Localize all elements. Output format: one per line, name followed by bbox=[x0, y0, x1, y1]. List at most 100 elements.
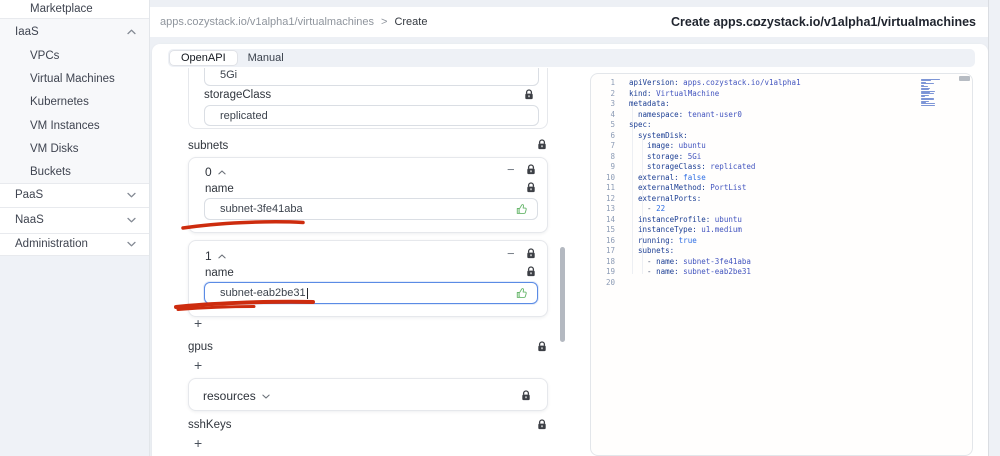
sidebar-item-vm-disks[interactable]: VM Disks bbox=[0, 137, 149, 161]
code-line: storage: 5Gi bbox=[629, 151, 702, 161]
sidebar-item-vm-instances[interactable]: VM Instances bbox=[0, 113, 149, 138]
line-number: 2 bbox=[610, 88, 615, 98]
sidebar-item-label: VM Instances bbox=[30, 119, 100, 132]
subnet-0-name-value: subnet-3fe41aba bbox=[220, 203, 303, 215]
system-disk-panel: 5Gi storageClass replicated bbox=[188, 68, 548, 129]
code-line: instanceType: u1.medium bbox=[629, 225, 742, 234]
sidebar-item-marketplace[interactable]: Marketplace bbox=[0, 0, 149, 19]
code-line: storageClass: replicated bbox=[629, 162, 756, 171]
subnet-item-0: 0 − name subnet-3fe41aba bbox=[188, 157, 548, 233]
sidebar-item-label: Kubernetes bbox=[30, 96, 89, 109]
chevron-up-icon bbox=[127, 29, 136, 35]
line-number: 16 bbox=[605, 235, 615, 245]
subnet-1-name-value: subnet-eab2be31 bbox=[220, 287, 306, 299]
remove-subnet-0-button[interactable]: − bbox=[507, 163, 515, 177]
editor-minimap[interactable] bbox=[921, 79, 945, 108]
page-title: Create apps.cozystack.io/v1alpha1/virtua… bbox=[671, 15, 976, 29]
breadcrumb: apps.cozystack.io/v1alpha1/virtualmachin… bbox=[160, 7, 427, 37]
add-gpu-button[interactable]: + bbox=[194, 357, 202, 373]
add-subnet-button[interactable]: + bbox=[194, 315, 202, 331]
storage-input-value: 5Gi bbox=[220, 68, 238, 81]
storage-input[interactable]: 5Gi bbox=[204, 68, 539, 86]
chevron-down-icon bbox=[127, 217, 136, 223]
code-line: externalPorts: bbox=[629, 193, 702, 203]
sidebar-item-administration[interactable]: Administration bbox=[0, 234, 149, 256]
line-number: 3 bbox=[610, 99, 615, 108]
minimap-slider[interactable] bbox=[959, 76, 970, 81]
remove-subnet-1-button[interactable]: − bbox=[507, 247, 515, 261]
subnet-1-index: 1 bbox=[205, 249, 212, 263]
line-number: 7 bbox=[610, 141, 615, 150]
code-line: externalMethod: PortList bbox=[629, 183, 747, 192]
code-line: - name: subnet-3fe41aba bbox=[629, 256, 751, 266]
breadcrumb-current: Create bbox=[394, 16, 428, 28]
sidebar-item-iaas[interactable]: IaaS bbox=[0, 19, 149, 44]
lock-icon[interactable] bbox=[537, 139, 547, 150]
sidebar-item-label: IaaS bbox=[15, 25, 39, 38]
lock-icon[interactable] bbox=[524, 89, 534, 100]
form-scrollbar-thumb[interactable] bbox=[560, 247, 565, 342]
line-number: 4 bbox=[610, 109, 615, 119]
subnet-1-name-input[interactable]: subnet-eab2be31 bbox=[204, 282, 538, 304]
code-line: - name: subnet-eab2be31 bbox=[629, 267, 751, 276]
line-number: 13 bbox=[605, 204, 615, 213]
breadcrumb-path[interactable]: apps.cozystack.io/v1alpha1/virtualmachin… bbox=[160, 16, 374, 28]
tab-openapi[interactable]: OpenAPI bbox=[170, 51, 237, 65]
lock-icon[interactable] bbox=[521, 390, 531, 401]
tab-bar: OpenAPI Manual bbox=[168, 49, 975, 67]
page: Marketplace IaaS VPCs Virtual Machines Kuber… bbox=[0, 0, 1000, 456]
subnet-0-header[interactable]: 0 bbox=[205, 165, 226, 179]
lock-icon[interactable] bbox=[537, 419, 547, 430]
chevron-down-icon bbox=[127, 192, 136, 198]
code-line: instanceProfile: ubuntu bbox=[629, 214, 742, 224]
subnet-0-name-input[interactable]: subnet-3fe41aba bbox=[204, 198, 538, 220]
sidebar-item-buckets[interactable]: Buckets bbox=[0, 160, 149, 184]
ssh-keys-label: sshKeys bbox=[188, 419, 232, 431]
line-number: 17 bbox=[605, 246, 615, 255]
subnet-1-header[interactable]: 1 bbox=[205, 249, 226, 263]
page-scrollbar-track[interactable] bbox=[988, 0, 1000, 456]
line-number: 15 bbox=[605, 225, 615, 234]
sidebar-item-paas[interactable]: PaaS bbox=[0, 184, 149, 208]
storage-class-input-value: replicated bbox=[220, 109, 268, 122]
sidebar-item-label: Virtual Machines bbox=[30, 72, 115, 85]
resources-panel[interactable]: resources bbox=[188, 378, 548, 411]
resources-label: resources bbox=[203, 389, 256, 403]
lock-icon[interactable] bbox=[537, 341, 547, 352]
sidebar-item-label: Buckets bbox=[30, 165, 71, 178]
yaml-editor[interactable]: 1 2 3 4 5 6 7 8 9 10 11 12 13 14 15 16 17 18 19 20 apiVersi… bbox=[590, 73, 973, 456]
top-header: apps.cozystack.io/v1alpha1/virtualmachin… bbox=[150, 7, 988, 37]
resources-header[interactable]: resources bbox=[203, 389, 270, 403]
subnet-item-1: 1 − name subnet-eab2be31 bbox=[188, 240, 548, 317]
sidebar-item-virtual-machines[interactable]: Virtual Machines bbox=[0, 67, 149, 91]
sidebar-item-kubernetes[interactable]: Kubernetes bbox=[0, 90, 149, 114]
sidebar-item-naas[interactable]: NaaS bbox=[0, 208, 149, 234]
lock-icon[interactable] bbox=[526, 164, 536, 175]
sidebar-item-vpcs[interactable]: VPCs bbox=[0, 44, 149, 68]
tab-manual[interactable]: Manual bbox=[237, 51, 295, 65]
subnet-1-name-label: name bbox=[205, 267, 234, 279]
sidebar-empty-area bbox=[0, 255, 149, 456]
line-number: 9 bbox=[610, 162, 615, 171]
thumb-up-icon[interactable] bbox=[516, 287, 528, 299]
lock-icon[interactable] bbox=[526, 266, 536, 277]
code-line: apiVersion: apps.cozystack.io/v1alpha1 bbox=[629, 78, 801, 87]
lock-icon[interactable] bbox=[526, 182, 536, 193]
sidebar-item-label: Marketplace bbox=[30, 3, 93, 15]
subnets-label: subnets bbox=[188, 140, 229, 152]
code-line: kind: VirtualMachine bbox=[629, 88, 720, 98]
code-line: spec: bbox=[629, 120, 652, 129]
sidebar-item-label: PaaS bbox=[15, 189, 44, 202]
storage-class-input[interactable]: replicated bbox=[204, 105, 539, 126]
line-number: 5 bbox=[610, 120, 615, 129]
code-line: external: false bbox=[629, 172, 706, 182]
add-ssh-key-button[interactable]: + bbox=[194, 435, 202, 451]
thumb-up-icon[interactable] bbox=[516, 203, 528, 215]
line-number: 14 bbox=[605, 214, 615, 224]
line-number: 6 bbox=[610, 130, 615, 140]
line-number: 10 bbox=[605, 172, 615, 182]
lock-icon[interactable] bbox=[526, 248, 536, 259]
line-number: 18 bbox=[605, 256, 615, 266]
gpus-label: gpus bbox=[188, 341, 213, 353]
